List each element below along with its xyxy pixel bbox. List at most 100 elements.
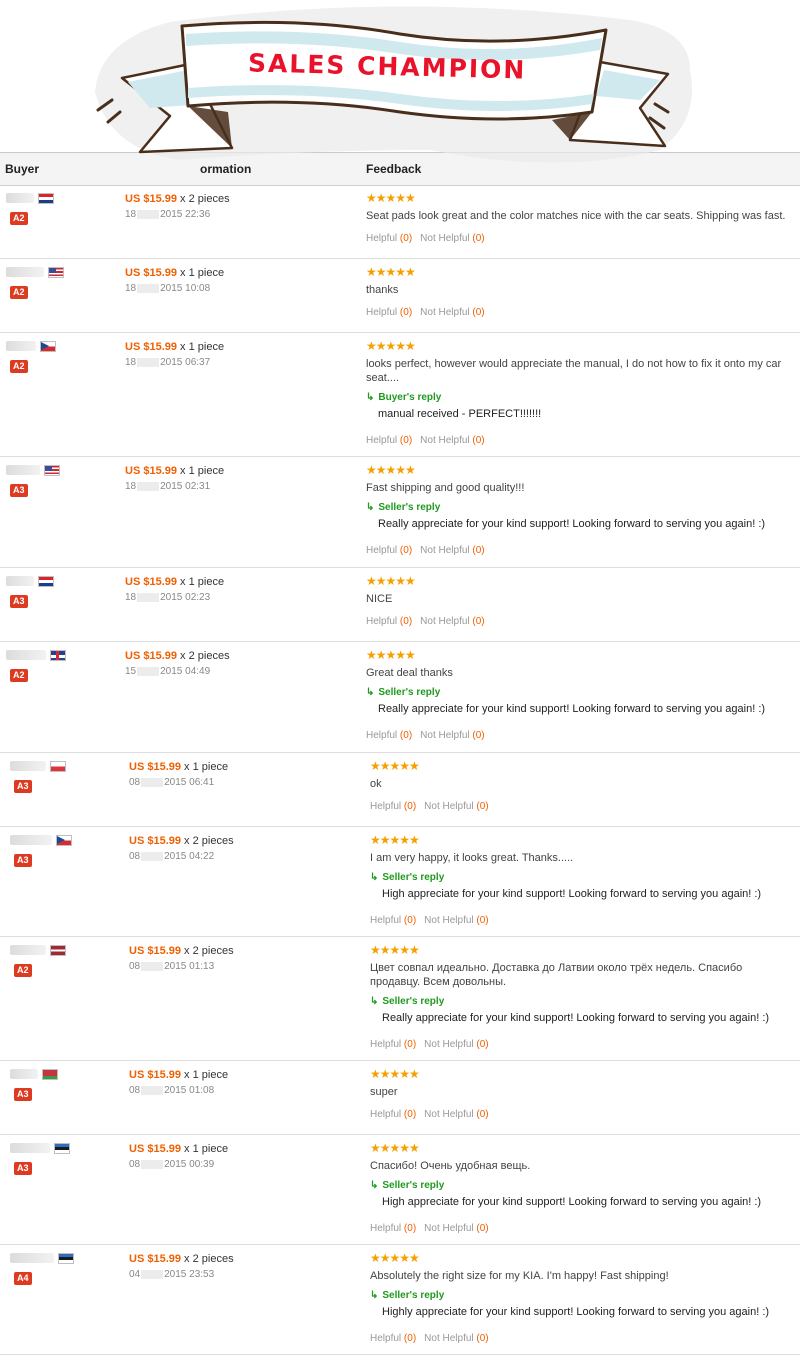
order-date-time: 2015 00:39 xyxy=(164,1159,215,1170)
reply-label-text: Seller's reply xyxy=(378,502,441,513)
helpful-controls: Helpful (0) Not Helpful (0) xyxy=(370,1109,489,1120)
order-quantity: x 1 piece xyxy=(184,1143,229,1155)
not-helpful-count: (0) xyxy=(472,307,485,318)
feedback-row: A2 US $15.99 x 1 piece 18 2015 10:08 ★★★★★ th… xyxy=(0,259,800,333)
not-helpful-link[interactable]: Not Helpful xyxy=(424,915,473,926)
price-value: US $15.99 xyxy=(125,650,177,662)
buyer-level-badge: A2 xyxy=(10,212,28,225)
helpful-link[interactable]: Helpful xyxy=(366,616,397,627)
not-helpful-link[interactable]: Not Helpful xyxy=(424,1223,473,1234)
feedback-row: A3 US $15.99 x 1 piece 18 2015 02:23 ★★★★★ NI… xyxy=(0,568,800,642)
helpful-link[interactable]: Helpful xyxy=(370,1039,401,1050)
buyer-name-masked xyxy=(6,193,34,203)
not-helpful-link[interactable]: Not Helpful xyxy=(420,233,469,244)
buyer-level-badge: A3 xyxy=(14,780,32,793)
helpful-link[interactable]: Helpful xyxy=(370,915,401,926)
reply-arrow-icon: ↳ xyxy=(370,1180,379,1191)
reply-label: ↳ Seller's reply xyxy=(370,872,444,883)
feedback-text: Цвет совпал идеально. Доставка до Латвии… xyxy=(370,962,743,988)
order-date-time: 2015 06:41 xyxy=(164,777,215,788)
helpful-link[interactable]: Helpful xyxy=(366,435,397,446)
order-date: 18 2015 02:31 xyxy=(125,481,210,492)
helpful-count: (0) xyxy=(399,545,413,556)
helpful-link[interactable]: Helpful xyxy=(370,1333,401,1344)
reply-text: manual received - PERFECT!!!!!!! xyxy=(378,408,542,420)
helpful-controls: Helpful (0) Not Helpful (0) xyxy=(370,1223,489,1234)
rating-stars: ★★★★★ xyxy=(370,1067,420,1081)
not-helpful-count: (0) xyxy=(476,1109,489,1120)
order-quantity: x 2 pieces xyxy=(184,1253,234,1265)
order-date: 04 2015 23:53 xyxy=(129,1269,214,1280)
order-quantity: x 1 piece xyxy=(180,576,225,588)
helpful-link[interactable]: Helpful xyxy=(370,1223,401,1234)
feedback-table-header: Buyer ormation Feedback xyxy=(0,152,800,186)
buyer-level-badge: A3 xyxy=(14,1162,32,1175)
not-helpful-link[interactable]: Not Helpful xyxy=(424,1109,473,1120)
order-date-day: 18 xyxy=(125,481,137,492)
order-date: 08 2015 01:08 xyxy=(129,1085,214,1096)
order-date-time: 2015 01:13 xyxy=(164,961,215,972)
order-date-time: 2015 02:23 xyxy=(160,592,211,603)
buyer-level-badge: A2 xyxy=(10,360,28,373)
helpful-count: (0) xyxy=(399,233,413,244)
order-date: 18 2015 22:36 xyxy=(125,209,210,220)
croatia-flag xyxy=(38,193,54,204)
rating-stars: ★★★★★ xyxy=(366,339,416,353)
not-helpful-link[interactable]: Not Helpful xyxy=(420,730,469,741)
price-value: US $15.99 xyxy=(129,1143,181,1155)
helpful-link[interactable]: Helpful xyxy=(366,730,397,741)
helpful-controls: Helpful (0) Not Helpful (0) xyxy=(366,307,485,318)
uk-flag xyxy=(50,650,66,661)
not-helpful-link[interactable]: Not Helpful xyxy=(424,801,473,812)
reply-text: Really appreciate for your kind support!… xyxy=(378,518,766,530)
not-helpful-link[interactable]: Not Helpful xyxy=(420,616,469,627)
helpful-link[interactable]: Helpful xyxy=(366,307,397,318)
order-date: 08 2015 04:22 xyxy=(129,851,214,862)
not-helpful-count: (0) xyxy=(472,545,485,556)
feedback-text: Спасибо! Очень удобная вещь. xyxy=(370,1160,531,1172)
helpful-count: (0) xyxy=(403,1109,417,1120)
reply-arrow-icon: ↳ xyxy=(366,502,375,513)
helpful-link[interactable]: Helpful xyxy=(370,1109,401,1120)
helpful-controls: Helpful (0) Not Helpful (0) xyxy=(370,1333,489,1344)
not-helpful-link[interactable]: Not Helpful xyxy=(420,545,469,556)
helpful-controls: Helpful (0) Not Helpful (0) xyxy=(366,233,485,244)
order-date-day: 08 xyxy=(129,1159,141,1170)
order-quantity: x 1 piece xyxy=(184,761,229,773)
buyer-name-masked xyxy=(10,761,46,771)
order-price: US $15.99 x 1 piece xyxy=(125,267,224,279)
price-value: US $15.99 xyxy=(125,465,177,477)
helpful-count: (0) xyxy=(403,801,417,812)
helpful-controls: Helpful (0) Not Helpful (0) xyxy=(366,730,485,741)
feedback-text: NICE xyxy=(366,593,393,605)
helpful-link[interactable]: Helpful xyxy=(366,233,397,244)
price-value: US $15.99 xyxy=(125,341,177,353)
order-date: 18 2015 02:23 xyxy=(125,592,210,603)
rating-stars: ★★★★★ xyxy=(370,833,420,847)
reply-label-text: Seller's reply xyxy=(382,1180,445,1191)
not-helpful-count: (0) xyxy=(472,233,485,244)
reply-text: High appreciate for your kind support! L… xyxy=(382,1196,762,1208)
reply-label: ↳ Seller's reply xyxy=(370,1180,444,1191)
helpful-controls: Helpful (0) Not Helpful (0) xyxy=(370,915,489,926)
usa-flag xyxy=(44,465,60,476)
order-price: US $15.99 x 1 piece xyxy=(129,1069,228,1081)
order-quantity: x 2 pieces xyxy=(184,835,234,847)
helpful-link[interactable]: Helpful xyxy=(366,545,397,556)
buyer-name-masked xyxy=(10,1143,50,1153)
order-date-day: 04 xyxy=(129,1269,141,1280)
reply-arrow-icon: ↳ xyxy=(370,872,379,883)
not-helpful-link[interactable]: Not Helpful xyxy=(420,307,469,318)
price-value: US $15.99 xyxy=(129,1069,181,1081)
reply-label: ↳ Buyer's reply xyxy=(366,392,441,403)
not-helpful-link[interactable]: Not Helpful xyxy=(424,1333,473,1344)
date-mask xyxy=(137,283,160,293)
not-helpful-link[interactable]: Not Helpful xyxy=(424,1039,473,1050)
not-helpful-link[interactable]: Not Helpful xyxy=(420,435,469,446)
reply-text: High appreciate for your kind support! L… xyxy=(382,888,762,900)
date-mask xyxy=(137,481,160,491)
rating-stars: ★★★★★ xyxy=(366,191,416,205)
buyer-name-masked xyxy=(6,267,44,277)
not-helpful-count: (0) xyxy=(472,730,485,741)
helpful-link[interactable]: Helpful xyxy=(370,801,401,812)
